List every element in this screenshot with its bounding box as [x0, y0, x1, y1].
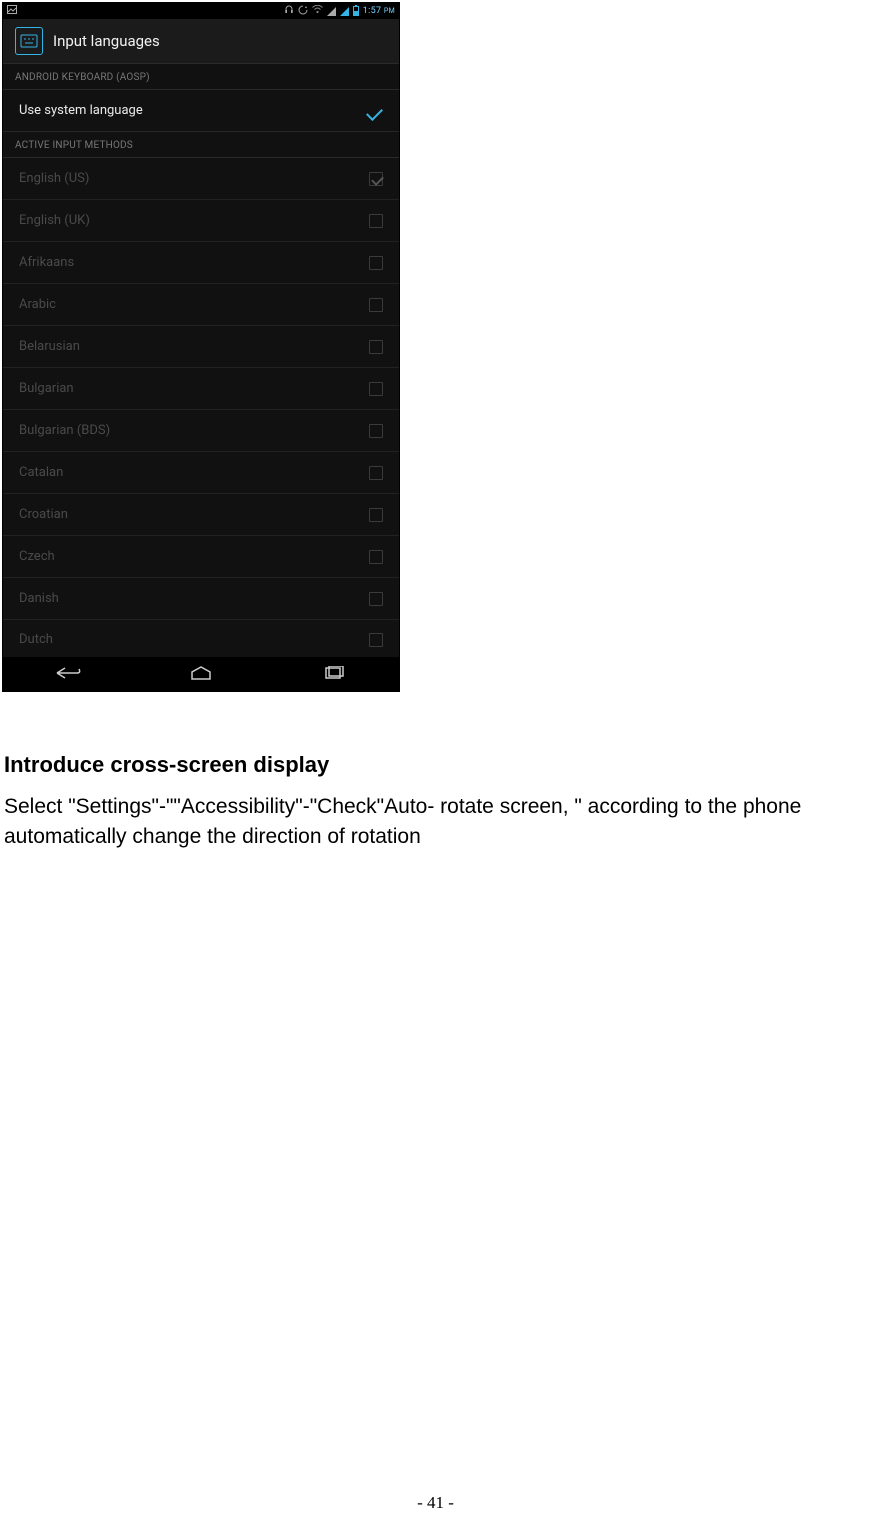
language-row[interactable]: English (UK): [3, 200, 399, 242]
language-label: English (US): [19, 171, 89, 186]
language-row[interactable]: Afrikaans: [3, 242, 399, 284]
language-label: Bulgarian (BDS): [19, 423, 110, 438]
language-label: Czech: [19, 549, 55, 564]
language-row[interactable]: Bulgarian (BDS): [3, 410, 399, 452]
use-system-language-label: Use system language: [19, 103, 143, 118]
page-number: - 41 -: [0, 1493, 871, 1513]
checkbox-icon: [369, 172, 383, 186]
back-button[interactable]: [34, 665, 104, 684]
section-header-active: ACTIVE INPUT METHODS: [3, 132, 399, 158]
checkbox-icon: [369, 550, 383, 564]
checkbox-icon: [369, 298, 383, 312]
android-screenshot: 1:57 PM Input languages ANDROID KEYBOARD…: [2, 2, 400, 692]
language-row[interactable]: Czech: [3, 536, 399, 578]
language-row[interactable]: Dutch: [3, 620, 399, 651]
language-label: Belarusian: [19, 339, 80, 354]
page-title: Input languages: [53, 32, 160, 50]
language-row[interactable]: Danish: [3, 578, 399, 620]
android-nav-bar: [3, 657, 399, 691]
headphone-icon: [284, 5, 294, 17]
language-label: Dutch: [19, 632, 53, 647]
home-button[interactable]: [166, 665, 236, 684]
checkbox-icon: [369, 592, 383, 606]
section-header-aosp: ANDROID KEYBOARD (AOSP): [3, 64, 399, 90]
checkbox-icon: [369, 340, 383, 354]
language-label: English (UK): [19, 213, 90, 228]
doc-heading: Introduce cross-screen display: [4, 752, 867, 778]
signal-icon: [340, 7, 349, 16]
checkmark-icon: [367, 105, 383, 117]
keyboard-app-icon: [15, 27, 43, 55]
language-label: Arabic: [19, 297, 56, 312]
language-row[interactable]: Catalan: [3, 452, 399, 494]
doc-section: Introduce cross-screen display Select "S…: [2, 752, 869, 853]
checkbox-icon: [369, 424, 383, 438]
status-bar: 1:57 PM: [3, 3, 399, 19]
checkbox-icon: [369, 214, 383, 228]
language-label: Danish: [19, 591, 59, 606]
checkbox-icon: [369, 508, 383, 522]
app-header: Input languages: [3, 19, 399, 64]
gallery-icon: [7, 5, 17, 17]
checkbox-icon: [369, 382, 383, 396]
status-time: 1:57 PM: [363, 6, 395, 16]
checkbox-icon: [369, 633, 383, 647]
checkbox-icon: [369, 256, 383, 270]
checkbox-icon: [369, 466, 383, 480]
wifi-icon: [312, 5, 323, 17]
language-label: Catalan: [19, 465, 63, 480]
language-label: Bulgarian: [19, 381, 74, 396]
language-row[interactable]: Arabic: [3, 284, 399, 326]
language-row[interactable]: Belarusian: [3, 326, 399, 368]
use-system-language-row[interactable]: Use system language: [3, 90, 399, 132]
sync-icon: [298, 5, 308, 18]
language-row[interactable]: Bulgarian: [3, 368, 399, 410]
language-label: Croatian: [19, 507, 68, 522]
battery-icon: [353, 6, 359, 16]
language-label: Afrikaans: [19, 255, 74, 270]
language-row[interactable]: Croatian: [3, 494, 399, 536]
doc-body: Select "Settings"-""Accessibility"-"Chec…: [4, 792, 867, 853]
signal-icon: [327, 7, 336, 16]
recent-apps-button[interactable]: [298, 665, 368, 684]
language-row[interactable]: English (US): [3, 158, 399, 200]
